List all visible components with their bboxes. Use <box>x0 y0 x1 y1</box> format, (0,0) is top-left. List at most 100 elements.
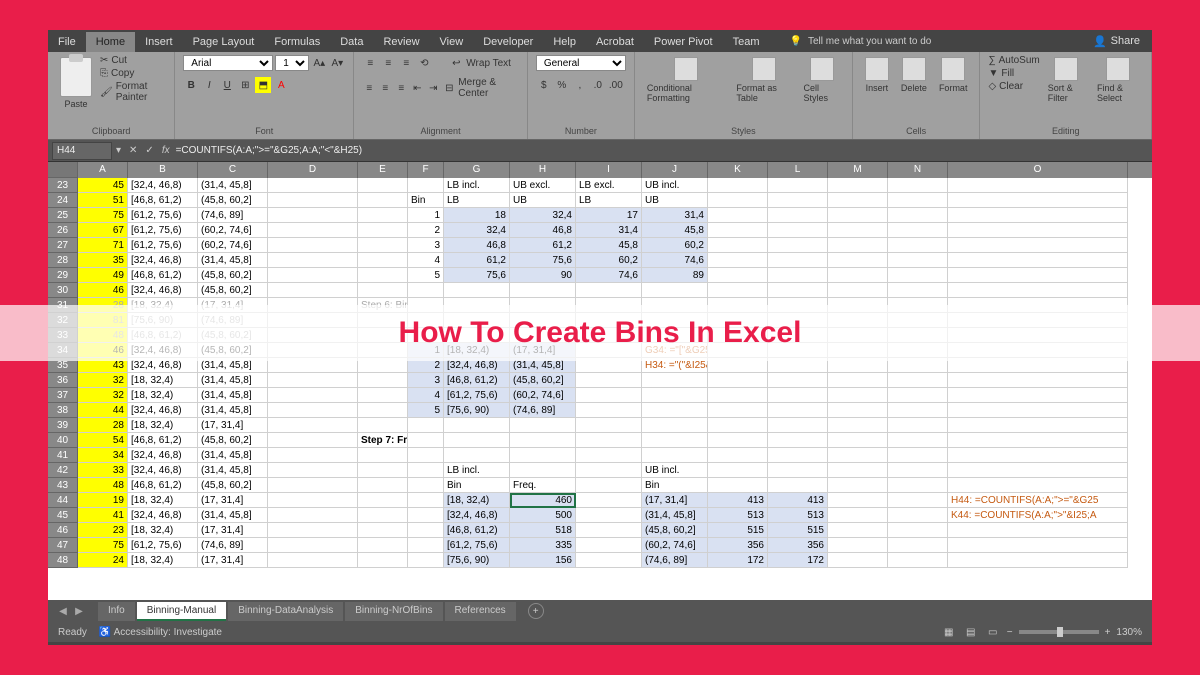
row-header-45[interactable]: 45 <box>48 508 78 523</box>
cell-N29[interactable] <box>888 268 948 283</box>
cell-K37[interactable] <box>708 388 768 403</box>
cell-L43[interactable] <box>768 478 828 493</box>
align-middle-button[interactable]: ≡ <box>380 55 396 71</box>
cell-E45[interactable] <box>358 508 408 523</box>
cell-J47[interactable]: (60,2, 74,6] <box>642 538 708 553</box>
cell-E38[interactable] <box>358 403 408 418</box>
copy-button[interactable]: ⎘Copy <box>100 68 166 79</box>
cell-C47[interactable]: (74,6, 89] <box>198 538 268 553</box>
cell-N26[interactable] <box>888 223 948 238</box>
cell-G40[interactable] <box>444 433 510 448</box>
cell-B25[interactable]: [61,2, 75,6) <box>128 208 198 223</box>
cell-K39[interactable] <box>708 418 768 433</box>
cell-J38[interactable] <box>642 403 708 418</box>
cell-O47[interactable] <box>948 538 1128 553</box>
cell-I48[interactable] <box>576 553 642 568</box>
cell-G46[interactable]: [46,8, 61,2) <box>444 523 510 538</box>
cell-E41[interactable] <box>358 448 408 463</box>
format-cells-button[interactable]: Format <box>935 55 972 95</box>
cut-button[interactable]: ✂Cut <box>100 55 166 66</box>
cell-C26[interactable]: (60,2, 74,6] <box>198 223 268 238</box>
cell-A47[interactable]: 75 <box>78 538 128 553</box>
col-header-B[interactable]: B <box>128 162 198 178</box>
cell-G29[interactable]: 75,6 <box>444 268 510 283</box>
cell-G47[interactable]: [61,2, 75,6) <box>444 538 510 553</box>
cell-H36[interactable]: (45,8, 60,2] <box>510 373 576 388</box>
cell-J45[interactable]: (31,4, 45,8] <box>642 508 708 523</box>
cell-H40[interactable] <box>510 433 576 448</box>
cell-L46[interactable]: 515 <box>768 523 828 538</box>
cell-E48[interactable] <box>358 553 408 568</box>
cell-A40[interactable]: 54 <box>78 433 128 448</box>
cell-N42[interactable] <box>888 463 948 478</box>
col-header-K[interactable]: K <box>708 162 768 178</box>
cell-J40[interactable] <box>642 433 708 448</box>
cell-G39[interactable] <box>444 418 510 433</box>
cell-C28[interactable]: (31,4, 45,8] <box>198 253 268 268</box>
spreadsheet-grid[interactable]: ABCDEFGHIJKLMNO 2345[32,4, 46,8)(31,4, 4… <box>48 162 1152 600</box>
cell-D24[interactable] <box>268 193 358 208</box>
cell-E25[interactable] <box>358 208 408 223</box>
row-header-39[interactable]: 39 <box>48 418 78 433</box>
sheet-nav-prev[interactable]: ◀ <box>56 604 70 618</box>
cell-L26[interactable] <box>768 223 828 238</box>
align-bottom-button[interactable]: ≡ <box>398 55 414 71</box>
cell-A41[interactable]: 34 <box>78 448 128 463</box>
cell-G42[interactable]: LB incl. <box>444 463 510 478</box>
cell-C37[interactable]: (31,4, 45,8] <box>198 388 268 403</box>
cell-A45[interactable]: 41 <box>78 508 128 523</box>
cell-K25[interactable] <box>708 208 768 223</box>
cell-O29[interactable] <box>948 268 1128 283</box>
cell-C45[interactable]: (31,4, 45,8] <box>198 508 268 523</box>
cell-G26[interactable]: 32,4 <box>444 223 510 238</box>
tell-me-search[interactable]: 💡 Tell me what you want to do <box>790 36 932 47</box>
insert-cells-button[interactable]: Insert <box>861 55 893 95</box>
cell-D42[interactable] <box>268 463 358 478</box>
cell-K30[interactable] <box>708 283 768 298</box>
view-break-button[interactable]: ▭ <box>985 624 1001 640</box>
cell-E43[interactable] <box>358 478 408 493</box>
cell-B24[interactable]: [46,8, 61,2) <box>128 193 198 208</box>
cell-N38[interactable] <box>888 403 948 418</box>
cell-B29[interactable]: [46,8, 61,2) <box>128 268 198 283</box>
align-top-button[interactable]: ≡ <box>362 55 378 71</box>
cell-I29[interactable]: 74,6 <box>576 268 642 283</box>
col-header-A[interactable]: A <box>78 162 128 178</box>
cell-K28[interactable] <box>708 253 768 268</box>
cell-K48[interactable]: 172 <box>708 553 768 568</box>
orientation-button[interactable]: ⟲ <box>416 55 432 71</box>
row-header-29[interactable]: 29 <box>48 268 78 283</box>
cell-O42[interactable] <box>948 463 1128 478</box>
cell-B26[interactable]: [61,2, 75,6) <box>128 223 198 238</box>
ribbon-tab-formulas[interactable]: Formulas <box>264 32 330 52</box>
col-header-E[interactable]: E <box>358 162 408 178</box>
cell-L24[interactable] <box>768 193 828 208</box>
cell-D37[interactable] <box>268 388 358 403</box>
cell-B37[interactable]: [18, 32,4) <box>128 388 198 403</box>
cell-H29[interactable]: 90 <box>510 268 576 283</box>
cell-L30[interactable] <box>768 283 828 298</box>
cell-E27[interactable] <box>358 238 408 253</box>
cell-J43[interactable]: Bin <box>642 478 708 493</box>
ribbon-tab-data[interactable]: Data <box>330 32 373 52</box>
sheet-nav-next[interactable]: ▶ <box>72 604 86 618</box>
cell-G25[interactable]: 18 <box>444 208 510 223</box>
cell-J37[interactable] <box>642 388 708 403</box>
cell-M44[interactable] <box>828 493 888 508</box>
cell-N36[interactable] <box>888 373 948 388</box>
cell-N43[interactable] <box>888 478 948 493</box>
cell-O40[interactable] <box>948 433 1128 448</box>
clear-button[interactable]: ◇Clear <box>988 81 1039 92</box>
cell-C40[interactable]: (45,8, 60,2] <box>198 433 268 448</box>
cell-I40[interactable] <box>576 433 642 448</box>
cell-N39[interactable] <box>888 418 948 433</box>
ribbon-tab-review[interactable]: Review <box>373 32 429 52</box>
cell-M37[interactable] <box>828 388 888 403</box>
cell-L40[interactable] <box>768 433 828 448</box>
cell-N25[interactable] <box>888 208 948 223</box>
cell-G41[interactable] <box>444 448 510 463</box>
cell-J36[interactable] <box>642 373 708 388</box>
cell-H28[interactable]: 75,6 <box>510 253 576 268</box>
fill-color-button[interactable]: ⬒ <box>255 77 271 93</box>
cell-F24[interactable]: Bin <box>408 193 444 208</box>
